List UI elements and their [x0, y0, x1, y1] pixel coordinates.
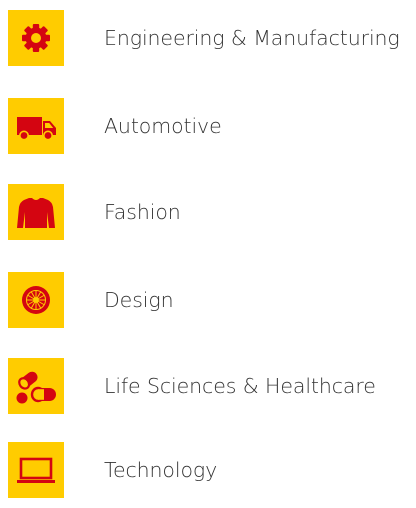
industry-item-automotive[interactable]: Automotive	[8, 98, 408, 154]
industry-item-design[interactable]: Design	[8, 272, 408, 328]
industry-label: Life Sciences & Healthcare	[104, 373, 376, 398]
industry-item-fashion[interactable]: Fashion	[8, 184, 408, 240]
laptop-icon	[8, 442, 64, 498]
industry-label: Engineering & Manufacturing	[104, 25, 400, 50]
industry-label: Fashion	[104, 199, 181, 224]
tire-icon	[8, 272, 64, 328]
industry-label: Technology	[104, 457, 218, 482]
industry-item-life-sciences-healthcare[interactable]: Life Sciences & Healthcare	[8, 358, 408, 414]
industry-list: Engineering & Manufacturing Automotive F…	[0, 0, 416, 508]
industry-item-technology[interactable]: Technology	[8, 442, 408, 498]
sweater-icon	[8, 184, 64, 240]
industry-label: Design	[104, 287, 174, 312]
gear-icon	[8, 10, 64, 66]
van-icon	[8, 98, 64, 154]
industry-label: Automotive	[104, 113, 222, 138]
industry-item-engineering-manufacturing[interactable]: Engineering & Manufacturing	[8, 10, 408, 66]
pills-icon	[8, 358, 64, 414]
